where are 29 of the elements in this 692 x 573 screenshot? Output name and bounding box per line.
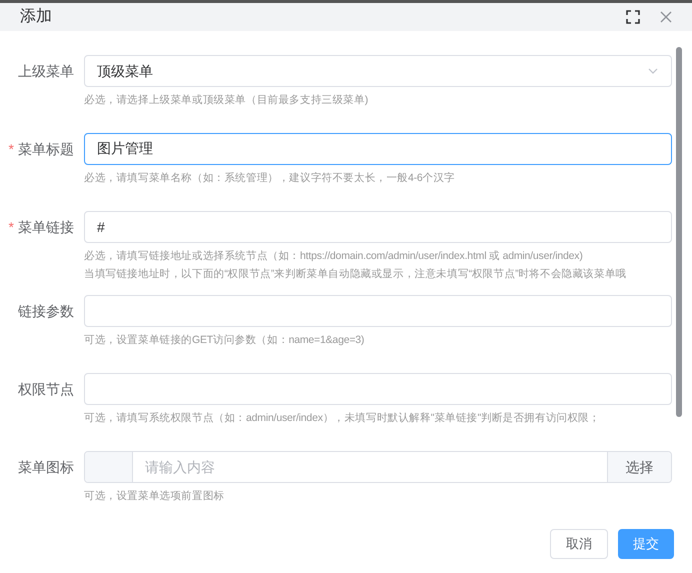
field-label: 权限节点 [18, 380, 74, 399]
dialog-title: 添加 [20, 6, 53, 27]
field-label: 上级菜单 [18, 62, 74, 81]
select-field[interactable]: 顶级菜单 [84, 55, 672, 87]
field-label: 菜单链接 [18, 218, 74, 237]
field-label: 链接参数 [18, 302, 74, 321]
icon-preview [85, 452, 133, 482]
input-field[interactable]: 图片管理 [84, 133, 672, 165]
icon-input-field[interactable]: 请输入内容 选择 [84, 451, 672, 483]
field-hint: 必选，请填写链接地址或选择系统节点（如：https://domain.com/admin/user/index.html 或 admin/user/index) [84, 249, 584, 264]
select-value: 顶级菜单 [97, 62, 154, 80]
choose-button[interactable]: 选择 [607, 452, 671, 482]
required-asterisk: * [8, 140, 14, 159]
field-hint: 可选，设置菜单链接的GET访问参数（如：name=1&age=3) [84, 333, 366, 348]
fullscreen-icon[interactable] [626, 10, 640, 24]
field-hint: 当填写链接地址时，以下面的“权限节点”来判断菜单自动隐藏或显示，注意未填写“权限节点”时将不会隐藏该菜单哦 [84, 267, 628, 282]
field-label: 菜单图标 [18, 458, 74, 477]
close-icon[interactable] [660, 11, 672, 23]
input-field[interactable] [84, 373, 672, 405]
input-field[interactable] [84, 295, 672, 327]
field-hint: 必选，请选择上级菜单或顶级菜单（目前最多支持三级菜单) [84, 93, 370, 108]
field-hint: 必选，请填写菜单名称（如：系统管理），建议字符不要太长，一般4-6个汉字 [84, 171, 456, 186]
input-field[interactable]: # [84, 211, 672, 243]
cancel-button[interactable]: 取消 [550, 529, 608, 559]
field-hint: 可选，请填写系统权限节点（如：admin/user/index），未填写时默认解释"菜单链接"判断是否拥有访问权限； [84, 411, 601, 426]
scrollbar[interactable] [676, 47, 682, 417]
field-hint: 可选，设置菜单选项前置图标 [84, 489, 226, 504]
field-label: 菜单标题 [18, 140, 74, 159]
required-asterisk: * [8, 218, 14, 237]
